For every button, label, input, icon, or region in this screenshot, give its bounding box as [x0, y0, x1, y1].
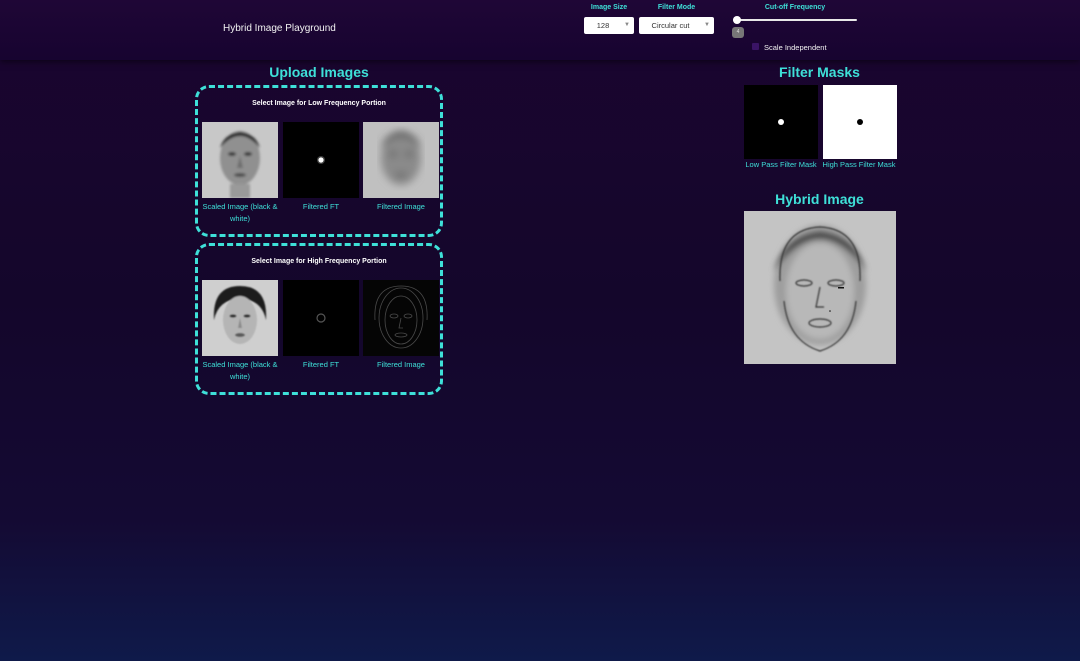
- low-filtered-ft: [283, 122, 359, 198]
- high-ft-caption: Filtered FT: [302, 360, 340, 369]
- high-filtered-image: [363, 280, 439, 356]
- cutoff-slider-track[interactable]: [733, 19, 857, 21]
- high-filtered-ft: [283, 280, 359, 356]
- scale-independent-checkbox[interactable]: [752, 43, 759, 50]
- chevron-down-icon: ▼: [704, 22, 710, 28]
- image-size-select[interactable]: 128 ▼: [584, 17, 634, 34]
- filter-mode-label: Filter Mode: [657, 4, 696, 11]
- low-ft-caption: Filtered FT: [302, 202, 340, 211]
- low-scaled-caption: Scaled Image (black & white): [202, 202, 278, 223]
- hybrid-image: [744, 211, 896, 364]
- image-size-label: Image Size: [590, 4, 628, 11]
- low-pass-mask: [744, 85, 818, 159]
- mask-dot: [778, 119, 784, 125]
- hybrid-image-title: Hybrid Image: [775, 191, 864, 207]
- scale-independent-label: Scale Independent: [764, 43, 827, 52]
- cutoff-label: Cut-off Frequency: [764, 4, 826, 11]
- chevron-down-icon: ▼: [624, 22, 630, 28]
- low-frequency-upload-box[interactable]: Select Image for Low Frequency Portion S…: [195, 85, 443, 237]
- cutoff-slider-thumb[interactable]: [733, 16, 741, 24]
- filter-mode-select[interactable]: Circular cut ▼: [639, 17, 714, 34]
- low-filtered-image: [363, 122, 439, 198]
- low-frequency-box-title: Select Image for Low Frequency Portion: [252, 100, 386, 107]
- filter-masks-title: Filter Masks: [779, 64, 860, 80]
- low-filtered-caption: Filtered Image: [377, 202, 425, 211]
- low-scaled-image: [202, 122, 278, 198]
- upload-images-title: Upload Images: [269, 64, 369, 80]
- high-frequency-upload-box[interactable]: Select Image for High Frequency Portion: [195, 243, 443, 395]
- high-filtered-caption: Filtered Image: [377, 360, 425, 369]
- high-scaled-image: [202, 280, 278, 356]
- high-pass-mask: [823, 85, 897, 159]
- image-size-value: 128: [596, 21, 610, 30]
- filter-mode-value: Circular cut: [651, 21, 690, 30]
- app-title: Hybrid Image Playground: [223, 23, 336, 34]
- high-scaled-caption: Scaled Image (black & white): [202, 360, 278, 381]
- high-frequency-box-title: Select Image for High Frequency Portion: [251, 258, 387, 265]
- low-pass-mask-label: Low Pass Filter Mask: [745, 160, 817, 169]
- cutoff-value-tooltip: 4: [732, 27, 744, 38]
- mask-dot: [857, 119, 863, 125]
- high-pass-mask-label: High Pass Filter Mask: [822, 160, 896, 169]
- top-bar: [0, 0, 1080, 60]
